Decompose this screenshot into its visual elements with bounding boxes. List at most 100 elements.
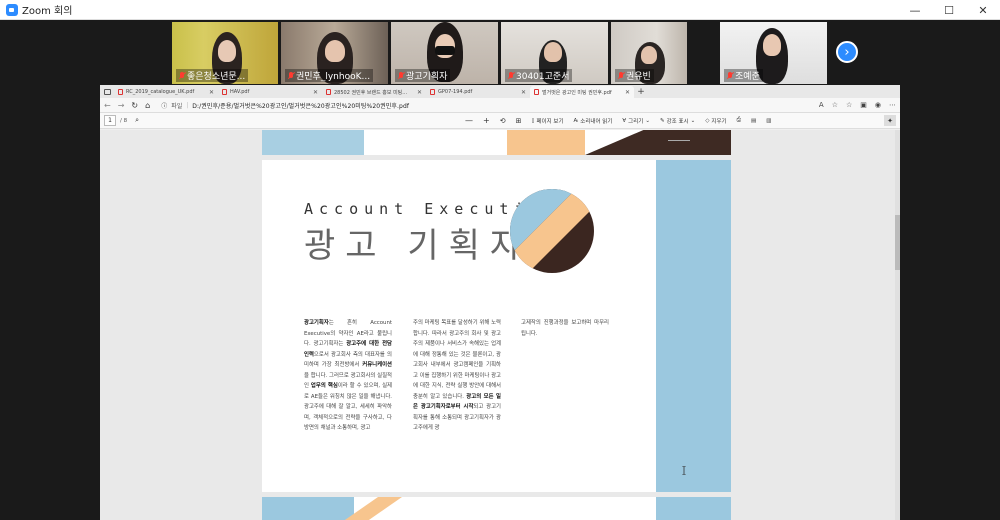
participant-name: 조예준 — [724, 69, 763, 82]
chevron-down-icon: ⌄ — [690, 117, 696, 124]
save-icon[interactable]: ▤ — [751, 118, 756, 124]
participant-tile[interactable]: 권민후_lynhooK... — [281, 22, 388, 84]
chevron-down-icon: ⌄ — [645, 117, 650, 124]
eraser-button[interactable]: ◇ 지우기 — [705, 117, 726, 125]
back-icon[interactable]: ← — [104, 101, 111, 110]
muted-mic-icon — [179, 71, 185, 80]
read-aloud-icon[interactable]: A — [819, 101, 824, 109]
close-tab-icon[interactable]: ✕ — [417, 89, 422, 96]
pdf-icon — [534, 89, 539, 95]
browser-actions: A ☆ ☆ ▣ ◉ ⋯ — [819, 101, 896, 109]
tab-actions-button[interactable] — [100, 86, 114, 98]
browser-tab-active[interactable]: 벌거벗은 광고인 미팅 권민후.pdf ✕ — [530, 86, 634, 98]
pdf-viewer[interactable]: Account Executive 광고 기획자 광고기획자는 흔히 Accou… — [100, 130, 900, 520]
participant-tile[interactable]: 권유빈 — [611, 22, 687, 84]
browser-tab[interactable]: 28502 권민후 브랜드 홍보 미팅... ✕ — [322, 86, 426, 98]
page-number-input[interactable]: 1 — [104, 115, 116, 126]
participant-gallery: 좋은청소년문... 권민후_lynhooK... 광고기획자 30401고준서 … — [0, 20, 1000, 85]
zoom-in-button[interactable]: + — [483, 116, 490, 125]
pdf-toolbar: 1 / 8 ⌕ — + ⟲ ⊞ ▯ 페이지 보기 Aᵢ 소리내어 읽기 ∀ 그리기 ⌄ … — [100, 113, 900, 129]
participant-tile[interactable]: 30401고준서 — [501, 22, 608, 84]
pdf-page-previous — [262, 130, 731, 155]
page-view-icon: ▯ — [531, 117, 535, 124]
zoom-background-right — [900, 85, 1000, 520]
muted-mic-icon — [508, 71, 514, 80]
pdf-icon — [118, 89, 123, 95]
maximize-button[interactable]: ☐ — [932, 0, 966, 20]
browser-tab[interactable]: GP07-194.pdf ✕ — [426, 86, 530, 98]
page-side-bar — [656, 160, 731, 492]
forward-icon[interactable]: → — [118, 101, 125, 110]
browser-tab[interactable]: RC_2019_catalogue_UK.pdf ✕ — [114, 86, 218, 98]
highlight-icon: ✎ — [659, 117, 665, 124]
pdf-icon — [326, 89, 331, 95]
eraser-icon: ◇ — [705, 117, 710, 124]
body-column-3: 고제작의 진행과정을 보고하며 마무리 됩니다. — [521, 320, 609, 337]
close-tab-icon[interactable]: ✕ — [521, 89, 526, 96]
zoom-logo-icon — [6, 3, 18, 16]
info-icon: ⓘ — [161, 102, 168, 110]
fit-page-icon[interactable]: ⊞ — [516, 117, 522, 125]
scrollbar[interactable] — [895, 130, 900, 520]
body-column-2: 주의 마케팅 목표를 달성하기 위해 노력합니다. 따라서 광고주의 회사 및 … — [413, 320, 501, 431]
participant-tile[interactable]: 광고기획자 — [391, 22, 498, 84]
participant-tile[interactable]: 조예준 — [720, 22, 827, 84]
chevron-right-icon: › — [844, 44, 850, 60]
window-controls: — ☐ ✕ — [898, 0, 1000, 20]
close-button[interactable]: ✕ — [966, 0, 1000, 20]
zoom-out-button[interactable]: — — [465, 116, 473, 125]
url-field[interactable]: ⓘ 파일 | D:/권민후/준용/벌거벗은%20광고인/벌거벗은%20광고인%2… — [157, 100, 812, 111]
profile-icon[interactable]: ◉ — [875, 101, 881, 109]
favorite-icon[interactable]: ☆ — [832, 101, 838, 109]
draw-icon: ∀ — [622, 117, 627, 124]
muted-mic-icon — [398, 71, 404, 80]
pdf-tools: — + ⟲ ⊞ ▯ 페이지 보기 Aᵢ 소리내어 읽기 ∀ 그리기 ⌄ ✎ 강조 표시 ⌄ … — [465, 116, 771, 125]
new-tab-button[interactable]: + — [634, 86, 648, 98]
window-title: Zoom 회의 — [22, 6, 73, 17]
pin-toolbar-icon[interactable]: ✦ — [884, 115, 896, 126]
close-tab-icon[interactable]: ✕ — [625, 89, 630, 96]
body-column-1: 광고기획자는 흔히 Account Executive의 약자인 AE라고 불립… — [304, 320, 392, 431]
save-as-icon[interactable]: ▥ — [766, 118, 771, 124]
draw-button[interactable]: ∀ 그리기 ⌄ — [622, 117, 650, 125]
pdf-icon — [222, 89, 227, 95]
text-cursor-icon — [682, 466, 686, 475]
rotate-icon[interactable]: ⟲ — [500, 117, 506, 125]
next-page-button[interactable]: › — [836, 41, 858, 63]
minimize-button[interactable]: — — [898, 0, 932, 20]
print-icon[interactable]: ⎙ — [737, 117, 741, 124]
close-tab-icon[interactable]: ✕ — [209, 89, 214, 96]
highlight-button[interactable]: ✎ 강조 표시 ⌄ — [660, 117, 695, 125]
page-view-button[interactable]: ▯ 페이지 보기 — [531, 117, 563, 125]
collections-icon[interactable]: ▣ — [860, 101, 867, 109]
zoom-background-left — [0, 85, 100, 520]
home-icon[interactable]: ⌂ — [145, 101, 150, 110]
refresh-icon[interactable]: ↻ — [131, 101, 138, 110]
muted-mic-icon — [618, 71, 624, 80]
muted-mic-icon — [727, 71, 733, 80]
browser-tab[interactable]: HAV.pdf ✕ — [218, 86, 322, 98]
shared-screen-browser: RC_2019_catalogue_UK.pdf ✕ HAV.pdf ✕ 28502… — [100, 85, 900, 520]
participant-name: 좋은청소년문... — [176, 69, 249, 82]
page-title-kr: 광고 기획자 — [304, 226, 532, 266]
participant-name: 30401고준서 — [505, 69, 573, 82]
close-tab-icon[interactable]: ✕ — [313, 89, 318, 96]
muted-mic-icon — [288, 71, 294, 80]
participant-name: 광고기획자 — [395, 69, 451, 82]
pdf-page-next — [262, 497, 731, 520]
tab-actions-icon — [103, 89, 111, 95]
address-bar: ← → ↻ ⌂ ⓘ 파일 | D:/권민후/준용/벌거벗은%20광고인/벌거벗은… — [100, 98, 900, 113]
zoom-titlebar: Zoom 회의 — ☐ ✕ — [0, 0, 1000, 20]
read-aloud-icon: Aᵢ — [573, 117, 579, 124]
participant-name: 권유빈 — [615, 69, 654, 82]
read-aloud-button[interactable]: Aᵢ 소리내어 읽기 — [574, 117, 613, 125]
page-total: / 8 — [120, 117, 128, 124]
favorites-bar-icon[interactable]: ☆ — [846, 101, 852, 109]
participant-tile[interactable]: 좋은청소년문... — [172, 22, 278, 84]
search-icon[interactable]: ⌕ — [135, 116, 139, 125]
pdf-icon — [430, 89, 435, 95]
scrollbar-thumb[interactable] — [895, 215, 900, 270]
participant-name: 권민후_lynhooK... — [285, 69, 374, 82]
pdf-page: Account Executive 광고 기획자 광고기획자는 흔히 Accou… — [262, 160, 731, 492]
more-icon[interactable]: ⋯ — [889, 101, 896, 109]
